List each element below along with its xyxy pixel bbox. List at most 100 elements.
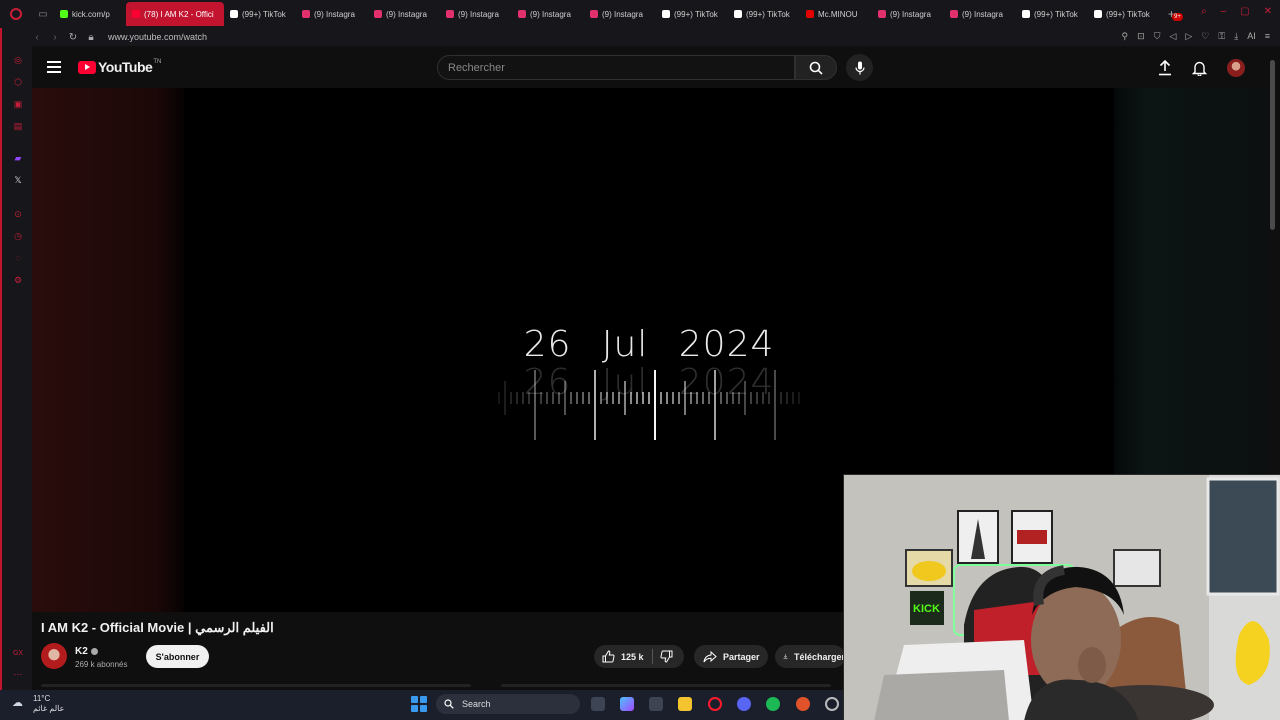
notifications-bell-icon[interactable] (1192, 60, 1207, 76)
minimize-icon[interactable]: – (1221, 6, 1227, 17)
download-button[interactable]: Télécharger (775, 645, 845, 668)
copilot-icon[interactable] (620, 697, 634, 711)
share-button[interactable]: Partager (694, 645, 768, 668)
taskbar-search-label: Search (462, 699, 491, 709)
download-icon[interactable]: ⤓ (1234, 31, 1238, 42)
obs-icon[interactable] (825, 697, 839, 711)
wallet-icon[interactable]: ⚿ (1218, 31, 1225, 42)
share-label: Partager (723, 651, 760, 662)
sidebar-more-icon[interactable]: ⋯ (12, 668, 24, 680)
dislike-icon[interactable] (660, 650, 673, 663)
browser-tab[interactable]: (99+) TikTok (728, 2, 800, 26)
task-view-icon[interactable] (591, 697, 605, 711)
menu-icon[interactable]: ≡ (1265, 31, 1270, 42)
browser-tab[interactable]: (9) Instagra (584, 2, 656, 26)
hamburger-menu-icon[interactable] (47, 61, 61, 73)
sidebar-music-icon[interactable]: ▤ (12, 120, 24, 132)
like-count[interactable]: 125 k (621, 652, 644, 662)
sidebar-aria-icon[interactable]: ◎ (12, 54, 24, 66)
tab-favicon-icon (734, 10, 742, 18)
webcam-scene: KICK (844, 475, 1280, 720)
tab-favicon-icon (950, 10, 958, 18)
shield-icon[interactable]: ⛉ (1154, 31, 1161, 42)
tab-label: (9) Instagra (458, 9, 499, 19)
browser-tab[interactable]: (9) Instagra (944, 2, 1016, 26)
sidebar-twitch-icon[interactable]: ▰ (12, 152, 24, 164)
heart-icon[interactable]: ♡ (1201, 31, 1209, 42)
browser-tab[interactable]: (9) Instagra (296, 2, 368, 26)
sidebar-messenger-icon[interactable]: ▣ (12, 98, 24, 110)
tab-favicon-icon (302, 10, 310, 18)
page-scrollbar[interactable] (1270, 60, 1275, 230)
voice-search-button[interactable] (846, 54, 873, 81)
browser-tab[interactable]: (9) Instagra (368, 2, 440, 26)
browser-tab[interactable]: kick.com/p (54, 2, 126, 26)
weather-widget[interactable]: 11°C عالم غائم (33, 694, 64, 714)
browser-tab[interactable]: (9) Instagra (440, 2, 512, 26)
aria-ai-button[interactable]: AI (1247, 31, 1256, 42)
tab-favicon-icon (60, 10, 68, 18)
tab-label: (9) Instagra (962, 9, 1003, 19)
store-icon[interactable] (649, 697, 663, 711)
url-field[interactable]: www.youtube.com/watch (108, 32, 207, 42)
search-tabs-icon[interactable]: ⌕ (1201, 6, 1207, 17)
windows-start-icon[interactable] (411, 696, 427, 712)
like-dislike-group: 125 k (594, 645, 684, 668)
opera-gx-taskbar-icon[interactable] (708, 697, 722, 711)
opera-menu-icon[interactable] (0, 0, 32, 28)
tab-label: (9) Instagra (530, 9, 571, 19)
search-button[interactable] (795, 55, 837, 80)
notifications-badge: 9+ (1172, 13, 1183, 21)
browser-tab[interactable]: (9) Instagra (872, 2, 944, 26)
tab-favicon-icon (1022, 10, 1030, 18)
tab-label: (9) Instagra (602, 9, 643, 19)
verified-badge-icon (90, 647, 98, 655)
sidebar-settings-icon[interactable]: ⚙ (12, 274, 24, 286)
browser-tab[interactable]: (99+) TikTok (224, 2, 296, 26)
pin-icon[interactable]: ⚲ (1122, 31, 1129, 42)
timeline-ticks-graphic (498, 370, 800, 440)
snapshot-icon[interactable]: ⊡ (1137, 31, 1145, 42)
weather-icon[interactable]: ☁ (12, 696, 28, 710)
description-placeholder (41, 684, 841, 688)
channel-avatar[interactable] (41, 643, 67, 669)
maximize-icon[interactable]: ▢ (1240, 6, 1249, 17)
tab-label: (99+) TikTok (674, 9, 718, 19)
taskbar-search-box[interactable]: Search (436, 694, 580, 714)
sidebar-history-icon[interactable]: ◷ (12, 230, 24, 242)
browser-sidebar: ◎ ⬡ ▣ ▤ ▰ 𝕏 ⊙ ◷ ◌ ⚙ GX ⋯ (0, 28, 32, 690)
like-icon[interactable] (602, 650, 615, 663)
forward-icon[interactable]: › (46, 32, 64, 43)
browser-tab[interactable]: (99+) TikTok (656, 2, 728, 26)
browser-tab[interactable]: (99+) TikTok (1016, 2, 1088, 26)
upload-icon[interactable] (1158, 60, 1172, 76)
browser-tab[interactable]: (78) I AM K2 - Offici (126, 2, 224, 26)
close-icon[interactable]: ✕ (1264, 6, 1272, 17)
account-avatar[interactable] (1227, 59, 1245, 77)
browser-tab[interactable]: (99+) TikTok (1088, 2, 1160, 26)
spotify-icon[interactable] (766, 697, 780, 711)
svg-text:KICK: KICK (913, 603, 940, 615)
reload-icon[interactable]: ↻ (64, 32, 82, 43)
file-explorer-icon[interactable] (678, 697, 692, 711)
sidebar-crypto-icon[interactable]: ⬡ (12, 76, 24, 88)
channel-name[interactable]: K2 (75, 646, 88, 657)
search-input[interactable]: Rechercher (437, 55, 795, 80)
channel-name-row[interactable]: K2 (75, 646, 98, 657)
weather-temperature: 11°C (33, 694, 51, 703)
sidebar-chat-icon[interactable]: ◌ (12, 252, 24, 264)
browser-tab[interactable]: Mc.MINOU (800, 2, 872, 26)
tab-overview-icon[interactable]: ▭ (32, 9, 54, 20)
youtube-logo[interactable]: YouTube TN (78, 59, 161, 75)
app-icon[interactable] (796, 697, 810, 711)
play-icon[interactable]: ▷ (1185, 31, 1192, 42)
webcam-overlay: KICK (843, 474, 1280, 720)
sidebar-player-icon[interactable]: ⊙ (12, 208, 24, 220)
flow-icon[interactable]: ◁ (1169, 31, 1176, 42)
sidebar-x-icon[interactable]: 𝕏 (12, 174, 24, 186)
discord-icon[interactable] (737, 697, 751, 711)
browser-tab[interactable]: (9) Instagra (512, 2, 584, 26)
tab-favicon-icon (374, 10, 382, 18)
sidebar-gx-icon[interactable]: GX (12, 648, 24, 660)
subscribe-button[interactable]: S'abonner (146, 645, 209, 668)
